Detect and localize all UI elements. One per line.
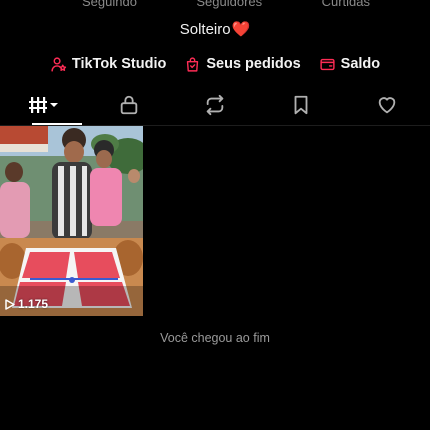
- view-count: 1.175: [18, 297, 49, 311]
- balance-label: Saldo: [340, 56, 381, 72]
- following-label[interactable]: Seguindo: [82, 0, 137, 12]
- end-of-list-message: Você chegou ao fim: [160, 331, 270, 345]
- followers-label[interactable]: Seguidores: [196, 0, 262, 12]
- bookmark-icon: [290, 94, 312, 121]
- tiktok-studio-label: TikTok Studio: [71, 56, 167, 72]
- video-thumbnail[interactable]: 1.175: [0, 126, 143, 316]
- tab-liked[interactable]: [344, 89, 430, 125]
- wallet-icon: [319, 56, 336, 73]
- orders-link[interactable]: Seus pedidos: [184, 53, 301, 75]
- profile-bio: Solteiro❤️: [0, 20, 430, 38]
- tab-private[interactable]: [86, 89, 172, 125]
- orders-label: Seus pedidos: [206, 56, 301, 72]
- profile-stats-row: Seguindo Seguidores Curtidas: [0, 0, 430, 12]
- grid-icon: [23, 94, 63, 121]
- heart-emoji: ❤️: [231, 21, 251, 38]
- person-star-icon: [50, 56, 67, 73]
- tab-videos[interactable]: [0, 89, 86, 125]
- quick-links-row: TikTok Studio Seus pedidos Saldo: [0, 53, 430, 75]
- tiktok-studio-link[interactable]: TikTok Studio: [50, 53, 167, 75]
- play-icon: [5, 298, 15, 310]
- heart-icon: [375, 94, 399, 121]
- tab-favorites[interactable]: [258, 89, 344, 125]
- tab-reposts[interactable]: [172, 89, 258, 125]
- likes-label: Curtidas: [321, 0, 370, 9]
- lock-icon: [118, 94, 140, 121]
- balance-link[interactable]: Saldo: [319, 53, 380, 75]
- profile-tabs: [0, 89, 430, 125]
- repost-icon: [204, 94, 226, 121]
- bio-text: Solteiro: [179, 21, 231, 38]
- video-thumbnail-image: [0, 126, 143, 316]
- play-count: 1.175: [5, 297, 48, 311]
- shopping-bag-icon: [184, 56, 201, 73]
